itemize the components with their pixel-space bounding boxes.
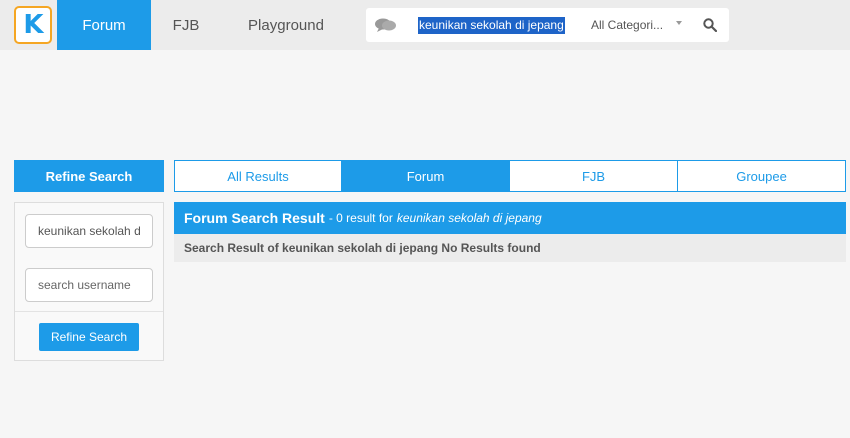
refine-search-panel: Refine Search <box>14 202 164 361</box>
nav-item-fjb[interactable]: FJB <box>160 0 212 50</box>
result-query: keunikan sekolah di jepang <box>396 211 542 225</box>
kaskus-logo-icon[interactable]: K <box>14 6 52 44</box>
logo-mark: K <box>23 10 43 40</box>
chat-bubbles-icon[interactable] <box>374 16 398 34</box>
refine-search-button[interactable]: Refine Search <box>39 323 139 351</box>
header-search-box: keunikan sekolah di jepang All Categori.… <box>366 8 729 42</box>
no-results-message: Search Result of keunikan sekolah di jep… <box>174 234 846 262</box>
category-select[interactable]: All Categori... <box>591 17 686 34</box>
search-icon[interactable] <box>703 18 717 32</box>
keyword-input[interactable] <box>25 214 153 248</box>
tab-fjb[interactable]: FJB <box>509 160 678 192</box>
nav-item-playground[interactable]: Playground <box>232 0 340 50</box>
panel-divider <box>15 311 163 312</box>
caret-down-icon[interactable] <box>676 21 682 25</box>
tab-groupee[interactable]: Groupee <box>677 160 846 192</box>
nav-item-forum[interactable]: Forum <box>57 0 151 50</box>
tab-forum[interactable]: Forum <box>341 160 510 192</box>
result-title: Forum Search Result <box>184 210 325 226</box>
result-count: - 0 result for <box>328 211 393 225</box>
top-navigation-bar: K Forum FJB Playground keunikan sekolah … <box>0 0 850 50</box>
refine-search-header: Refine Search <box>14 160 164 192</box>
result-header: Forum Search Result - 0 result for keuni… <box>174 202 846 234</box>
username-input[interactable] <box>25 268 153 302</box>
header-search-input[interactable]: keunikan sekolah di jepang <box>418 17 565 34</box>
tab-all-results[interactable]: All Results <box>174 160 342 192</box>
